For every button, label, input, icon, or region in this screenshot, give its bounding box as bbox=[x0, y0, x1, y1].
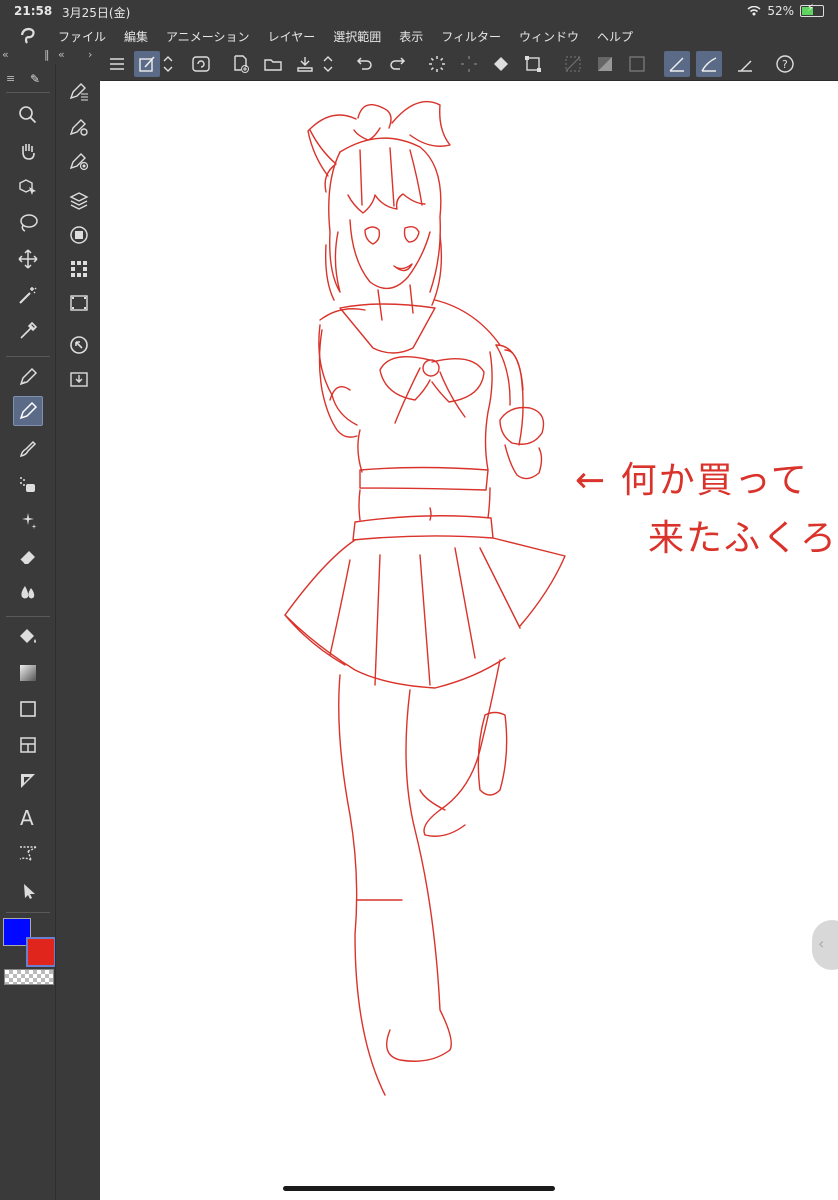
svg-text:A: A bbox=[20, 806, 34, 828]
menu-edit[interactable]: 編集 bbox=[124, 28, 148, 45]
clear-icon[interactable] bbox=[456, 51, 482, 77]
command-bar: ? bbox=[100, 48, 838, 81]
open-folder-icon[interactable] bbox=[260, 51, 286, 77]
annotation-line-2: 来たふくろ bbox=[648, 518, 838, 559]
brush-size-icon[interactable] bbox=[66, 148, 92, 174]
menu-view[interactable]: 表示 bbox=[399, 28, 423, 45]
annotation-line-1: ← 何か買って bbox=[575, 460, 809, 501]
help-icon[interactable]: ? bbox=[772, 51, 798, 77]
tool-panel: ≡ ✎ A bbox=[0, 64, 56, 1200]
svg-text:?: ? bbox=[782, 58, 788, 71]
brush-icon[interactable] bbox=[13, 434, 43, 464]
menu-window[interactable]: ウィンドウ bbox=[519, 28, 579, 45]
menu-animation[interactable]: アニメーション bbox=[166, 28, 250, 45]
color-set-icon[interactable] bbox=[66, 256, 92, 282]
status-time: 21:58 bbox=[14, 4, 53, 18]
wifi-icon bbox=[747, 6, 761, 16]
snap-ruler-icon[interactable] bbox=[664, 51, 690, 77]
blend-icon[interactable] bbox=[13, 578, 43, 608]
navigator-icon[interactable] bbox=[66, 222, 92, 248]
drawing-canvas[interactable]: ← 何か買って 来たふくろ bbox=[100, 81, 838, 1200]
tool-property-icon[interactable] bbox=[66, 114, 92, 140]
pencil-icon[interactable] bbox=[13, 396, 43, 426]
tool-panel-menu-icon[interactable]: ≡ bbox=[6, 72, 15, 85]
sub-color-swatch[interactable] bbox=[26, 937, 56, 967]
material-icon[interactable] bbox=[66, 366, 92, 392]
fill-icon[interactable] bbox=[13, 622, 43, 652]
decoration-icon[interactable] bbox=[13, 506, 43, 536]
chevron-left-icon: ‹ bbox=[818, 934, 825, 953]
menu-filter[interactable]: フィルター bbox=[441, 28, 501, 45]
status-right: 52% ⚡ bbox=[747, 3, 824, 18]
menu-selection[interactable]: 選択範囲 bbox=[333, 28, 381, 45]
text-icon[interactable]: A bbox=[13, 802, 43, 832]
fill-bucket-icon[interactable] bbox=[488, 51, 514, 77]
snap-special-ruler-icon[interactable] bbox=[696, 51, 722, 77]
menu-icon[interactable] bbox=[104, 51, 130, 77]
snap-grid-icon[interactable] bbox=[732, 51, 758, 77]
color-selector bbox=[0, 915, 56, 987]
battery-icon: ⚡ bbox=[800, 3, 824, 17]
pen-icon[interactable] bbox=[13, 362, 43, 392]
selection-border-icon[interactable] bbox=[624, 51, 650, 77]
hand-icon[interactable] bbox=[13, 136, 43, 166]
battery-percent: 52% bbox=[767, 4, 794, 18]
loading-icon[interactable] bbox=[424, 51, 450, 77]
menu-items: ファイル 編集 アニメーション レイヤー 選択範囲 表示 フィルター ウィンドウ… bbox=[58, 28, 633, 45]
rectangle-icon[interactable] bbox=[13, 694, 43, 724]
menu-help[interactable]: ヘルプ bbox=[597, 28, 633, 45]
deselect-icon[interactable] bbox=[560, 51, 586, 77]
menu-bar: ファイル 編集 アニメーション レイヤー 選択範囲 表示 フィルター ウィンドウ… bbox=[0, 24, 838, 48]
magic-wand-icon[interactable] bbox=[13, 280, 43, 310]
airbrush-icon[interactable] bbox=[13, 470, 43, 500]
lasso-icon[interactable] bbox=[13, 208, 43, 238]
transparent-color-swatch[interactable] bbox=[4, 969, 54, 985]
save-icon[interactable] bbox=[292, 51, 318, 77]
eyedropper-icon[interactable] bbox=[13, 316, 43, 346]
search-icon[interactable] bbox=[13, 100, 43, 130]
object-select-icon[interactable] bbox=[13, 172, 43, 202]
operation-icon[interactable] bbox=[13, 874, 43, 904]
updown-icon[interactable] bbox=[160, 51, 176, 77]
balloon-icon[interactable] bbox=[13, 838, 43, 868]
home-indicator[interactable] bbox=[283, 1186, 555, 1191]
palette-bar bbox=[55, 64, 101, 1200]
gradient-icon[interactable] bbox=[13, 658, 43, 688]
status-bar: 21:58 3月25日(金) 52% ⚡ bbox=[0, 0, 838, 24]
left-panel-grip-icon[interactable]: ‖ bbox=[44, 48, 50, 64]
timeline-icon[interactable] bbox=[66, 290, 92, 316]
menu-layer[interactable]: レイヤー bbox=[268, 28, 316, 45]
ruler-icon[interactable] bbox=[13, 766, 43, 796]
undo-icon[interactable] bbox=[352, 51, 378, 77]
sub-panel-collapse-icon[interactable]: « bbox=[58, 48, 65, 64]
tool-panel-tab: ≡ ✎ bbox=[0, 72, 55, 88]
side-panel-handle[interactable]: ‹ bbox=[812, 920, 838, 970]
sketch-illustration bbox=[284, 100, 566, 1096]
sub-panel-expand-icon[interactable]: › bbox=[88, 48, 92, 64]
save-updown-icon[interactable] bbox=[320, 51, 336, 77]
tool-panel-pen-icon: ✎ bbox=[30, 72, 41, 86]
invert-selection-icon[interactable] bbox=[592, 51, 618, 77]
status-date: 3月25日(金) bbox=[62, 6, 131, 20]
new-file-icon[interactable] bbox=[228, 51, 254, 77]
sub-view-icon[interactable] bbox=[66, 332, 92, 358]
left-panel-collapse-icon[interactable]: « bbox=[2, 48, 9, 64]
move-icon[interactable] bbox=[13, 244, 43, 274]
edit-mode-icon[interactable] bbox=[134, 51, 160, 77]
eraser-icon[interactable] bbox=[13, 542, 43, 572]
subtool-pen-list-icon[interactable] bbox=[66, 78, 92, 104]
layer-icon[interactable] bbox=[66, 188, 92, 214]
menu-file[interactable]: ファイル bbox=[58, 28, 106, 45]
app-logo-icon[interactable] bbox=[18, 26, 38, 50]
redo-icon[interactable] bbox=[384, 51, 410, 77]
frame-icon[interactable] bbox=[13, 730, 43, 760]
transform-icon[interactable] bbox=[520, 51, 546, 77]
clip-studio-icon[interactable] bbox=[188, 51, 214, 77]
